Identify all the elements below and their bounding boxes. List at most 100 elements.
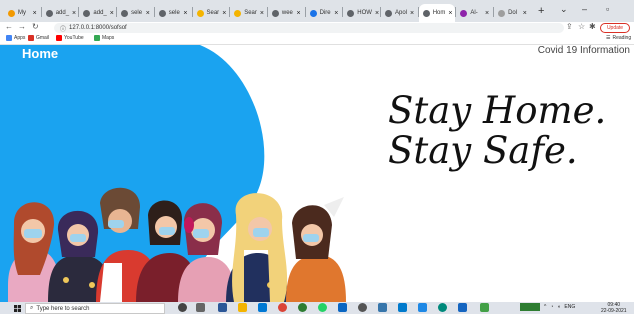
browser-tab[interactable]: My × xyxy=(4,4,41,22)
new-tab-button[interactable]: + xyxy=(538,5,544,17)
browser-tab[interactable]: add_ × xyxy=(79,4,116,22)
tab-separator xyxy=(229,7,231,17)
nav-home-link[interactable]: Home xyxy=(22,46,58,61)
back-icon[interactable]: ← xyxy=(5,22,13,31)
tab-close-icon[interactable]: × xyxy=(448,10,452,17)
tab-favicon-icon xyxy=(83,9,91,17)
taskbar-clock[interactable]: 09:40 22-09-2021 xyxy=(601,302,627,314)
bookmark-label: Gmail xyxy=(36,35,50,41)
language-indicator[interactable]: ENG xyxy=(564,304,575,310)
tab-label: HOW xyxy=(357,10,372,16)
tab-favicon-icon xyxy=(196,9,204,17)
tab-separator xyxy=(342,7,344,17)
task-view-icon[interactable] xyxy=(196,303,205,312)
tab-close-icon[interactable]: × xyxy=(110,10,114,17)
browser-tab[interactable]: sele × xyxy=(155,4,192,22)
chrome-icon[interactable] xyxy=(278,303,287,312)
browser-tab[interactable]: Dol × xyxy=(494,4,531,22)
bookmark-apps[interactable]: Apps xyxy=(6,35,25,41)
hero-heading: Stay Home. Stay Safe. xyxy=(388,91,606,171)
taskbar-app-icon[interactable] xyxy=(458,303,467,312)
tray-chevron-icon[interactable]: ^ xyxy=(544,304,546,310)
hero-line-2: Stay Safe. xyxy=(388,129,578,172)
browser-tab[interactable]: Hom × xyxy=(418,4,456,22)
tab-close-icon[interactable]: × xyxy=(72,10,76,17)
vscode-icon[interactable] xyxy=(398,303,407,312)
browser-tab[interactable]: Apol × xyxy=(381,4,418,22)
tab-close-icon[interactable]: × xyxy=(183,10,187,17)
browser-tab[interactable]: Sear × xyxy=(230,4,267,22)
browser-tab[interactable]: HOW × xyxy=(343,4,380,22)
browser-tab[interactable]: sele × xyxy=(117,4,154,22)
taskbar-app-icon[interactable] xyxy=(338,303,347,312)
taskbar-search-box[interactable]: ⌕ Type here to search xyxy=(25,303,165,314)
tab-close-icon[interactable]: × xyxy=(523,10,527,17)
tab-favicon-icon xyxy=(158,9,166,17)
taskbar-app-icon[interactable] xyxy=(358,303,367,312)
browser-tab[interactable]: wee × xyxy=(268,4,305,22)
bookmark-maps[interactable]: Maps xyxy=(94,35,114,41)
tab-separator xyxy=(116,7,118,17)
tab-close-icon[interactable]: × xyxy=(222,10,226,17)
taskbar-app-icon[interactable] xyxy=(298,303,307,312)
tab-separator xyxy=(40,7,42,17)
tab-close-icon[interactable]: × xyxy=(33,10,37,17)
forward-icon[interactable]: → xyxy=(18,22,26,31)
taskbar-app-icon[interactable] xyxy=(258,303,267,312)
tab-favicon-icon xyxy=(271,9,279,17)
browser-tab[interactable]: Sear × xyxy=(193,4,230,22)
tab-close-icon[interactable]: × xyxy=(410,10,414,17)
system-tray: ^ ◔ ◖ ENG xyxy=(520,303,575,311)
network-icon[interactable]: ◔ xyxy=(550,304,553,310)
tab-favicon-icon xyxy=(385,9,392,17)
tab-search-chevron-icon[interactable]: ⌄ xyxy=(560,4,568,15)
clock-date: 22-09-2021 xyxy=(601,308,627,314)
share-icon[interactable]: ⇪ xyxy=(566,22,573,31)
volume-icon[interactable]: ◖ xyxy=(557,304,560,310)
tab-label: add_ xyxy=(55,10,70,16)
extensions-icon[interactable]: ✱ xyxy=(589,22,596,31)
reading-list[interactable]: ☰ Reading xyxy=(606,35,631,41)
bookmark-label: YouTube xyxy=(64,35,84,41)
whatsapp-icon[interactable] xyxy=(318,303,327,312)
taskbar-app-icon[interactable] xyxy=(480,303,489,312)
tab-strip: My × add_ × add_ × sele × sele × Sear × Sear × wee × Dir… xyxy=(0,0,634,22)
browser-tab[interactable]: add_ × xyxy=(42,4,79,22)
tab-favicon-icon xyxy=(498,9,506,17)
tab-separator xyxy=(191,7,193,17)
info-icon[interactable]: ⓘ xyxy=(60,24,66,33)
profile-update-button[interactable]: Update xyxy=(600,23,630,33)
nav-covid-info-link[interactable]: Covid 19 Information xyxy=(538,45,630,56)
taskbar-app-icon[interactable] xyxy=(418,303,427,312)
tab-close-icon[interactable]: × xyxy=(146,10,150,17)
maps-icon xyxy=(94,35,100,41)
bookmark-gmail[interactable]: Gmail xyxy=(28,35,49,41)
tab-close-icon[interactable]: × xyxy=(296,10,300,17)
address-bar[interactable]: ⓘ 127.0.0.1:8000/sofsof xyxy=(54,23,564,33)
bookmark-youtube[interactable]: YouTube xyxy=(56,35,84,41)
bookmark-star-icon[interactable]: ☆ xyxy=(578,22,585,31)
tab-separator xyxy=(304,7,306,17)
minimize-icon[interactable]: – xyxy=(582,4,587,14)
taskbar-app-icon[interactable] xyxy=(218,303,227,312)
tab-separator xyxy=(266,7,268,17)
maximize-icon[interactable]: ▫ xyxy=(606,4,609,14)
tab-favicon-icon xyxy=(234,9,242,17)
browser-tab[interactable]: Dire × xyxy=(306,4,343,22)
file-explorer-icon[interactable] xyxy=(238,303,247,312)
tab-favicon-icon xyxy=(309,9,317,17)
reading-list-icon: ☰ xyxy=(606,35,611,41)
tab-close-icon[interactable]: × xyxy=(260,10,264,17)
tab-close-icon[interactable]: × xyxy=(375,10,379,17)
tab-close-icon[interactable]: × xyxy=(334,10,338,17)
tab-close-icon[interactable]: × xyxy=(485,10,489,17)
taskbar-app-icon[interactable] xyxy=(438,303,447,312)
taskbar-app-icon[interactable] xyxy=(378,303,387,312)
address-text: 127.0.0.1:8000/sofsof xyxy=(69,25,127,31)
weather-icon[interactable] xyxy=(520,303,540,311)
windows-start-icon[interactable] xyxy=(14,305,21,312)
reload-icon[interactable]: ↻ xyxy=(32,22,39,31)
tab-favicon-icon xyxy=(422,9,430,17)
browser-tab[interactable]: Al- × xyxy=(456,4,493,22)
cortana-icon[interactable] xyxy=(178,303,187,312)
